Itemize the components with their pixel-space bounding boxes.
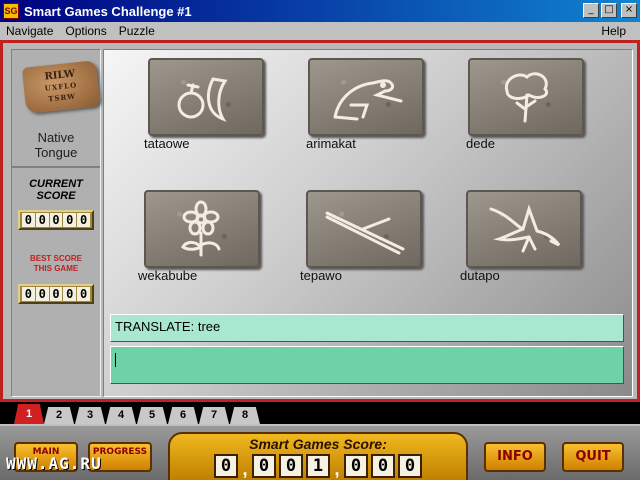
picture-tile[interactable] xyxy=(148,58,264,136)
card-word: dutapo xyxy=(460,268,500,283)
watermark: WWW.AG.RU xyxy=(6,454,102,473)
total-score-digit: 0 xyxy=(371,454,395,478)
thousands-separator: , xyxy=(242,459,248,479)
menu-puzzle[interactable]: Puzzle xyxy=(113,24,161,38)
score-digit: 0 xyxy=(77,287,90,301)
tab-level-6[interactable]: 6 xyxy=(168,407,198,424)
sidebar: RILW UXFLO TSRW Native Tongue CURRENT SC… xyxy=(11,49,101,397)
rock-sign-logo: RILW UXFLO TSRW xyxy=(21,60,101,114)
menu-navigate[interactable]: Navigate xyxy=(0,24,59,38)
card-word: arimakat xyxy=(306,136,356,151)
picture-tile[interactable] xyxy=(144,190,260,268)
puzzle-title-panel: RILW UXFLO TSRW Native Tongue xyxy=(12,50,101,168)
card-word: wekabube xyxy=(138,268,198,283)
score-digit: 0 xyxy=(35,213,49,227)
label-line: CURRENT xyxy=(29,178,83,190)
tab-level-3[interactable]: 3 xyxy=(75,407,105,424)
word-card[interactable]: tepawo xyxy=(300,190,430,306)
close-button[interactable]: × xyxy=(621,3,637,18)
total-score-digit: 0 xyxy=(214,454,238,478)
stick-icon xyxy=(325,211,405,255)
word-card[interactable]: arimakat xyxy=(306,58,432,174)
total-score-digit: 0 xyxy=(344,454,368,478)
text-caret xyxy=(115,353,116,367)
menu-options[interactable]: Options xyxy=(59,24,112,38)
tab-level-5[interactable]: 5 xyxy=(137,407,167,424)
fruit-icon xyxy=(177,77,228,122)
smart-games-icon[interactable]: SG xyxy=(3,3,19,19)
level-tabs: 1 2 3 4 5 6 7 8 xyxy=(0,402,640,424)
quit-button[interactable]: QUIT xyxy=(562,442,624,472)
bottom-bar: MAIN PROGRESS Smart Games Score: 0 , 0 0… xyxy=(0,424,640,480)
label-line: BEST SCORE xyxy=(29,254,82,263)
picture-tile[interactable] xyxy=(308,58,424,136)
score-digit: 0 xyxy=(63,213,77,227)
menu-help[interactable]: Help xyxy=(595,24,632,38)
score-digit: 0 xyxy=(77,213,90,227)
total-score-digit: 0 xyxy=(279,454,303,478)
score-digit: 0 xyxy=(35,287,49,301)
picture-tile[interactable] xyxy=(466,190,582,268)
card-word: dede xyxy=(466,136,495,151)
window-title: Smart Games Challenge #1 xyxy=(24,3,192,19)
word-card[interactable]: tataowe xyxy=(144,58,272,174)
puzzle-name-line: Tongue xyxy=(34,145,78,160)
title-bar[interactable]: SG Smart Games Challenge #1 _ □ × xyxy=(0,0,640,22)
tab-level-8[interactable]: 8 xyxy=(230,407,260,424)
best-score-label: BEST SCORE THIS GAME xyxy=(12,254,100,274)
word-card[interactable]: dede xyxy=(466,58,592,174)
answer-input[interactable] xyxy=(110,346,624,384)
score-digit: 0 xyxy=(22,287,35,301)
tab-level-1[interactable]: 1 xyxy=(14,404,44,424)
best-score-counter: 0 0 0 0 0 xyxy=(18,284,94,304)
smart-games-score-panel: Smart Games Score: 0 , 0 0 1 , 0 0 0 xyxy=(168,432,468,480)
puzzle-name: Native Tongue xyxy=(12,130,100,160)
score-digit: 0 xyxy=(22,213,35,227)
beaver-icon xyxy=(333,79,403,121)
picture-tile[interactable] xyxy=(468,58,584,136)
translate-prompt: TRANSLATE: tree xyxy=(110,314,624,342)
tab-level-7[interactable]: 7 xyxy=(199,407,229,424)
card-word: tepawo xyxy=(300,268,342,283)
current-score-label: CURRENT SCORE xyxy=(12,178,100,202)
total-score-counter: 0 , 0 0 1 , 0 0 0 xyxy=(214,454,422,478)
word-card[interactable]: wekabube xyxy=(138,190,268,306)
card-word: tataowe xyxy=(144,136,190,151)
maximize-button[interactable]: □ xyxy=(601,3,617,18)
thousands-separator: , xyxy=(334,459,340,479)
puzzle-name-line: Native xyxy=(37,130,75,145)
tab-level-4[interactable]: 4 xyxy=(106,407,136,424)
menu-bar: Navigate Options Puzzle Help xyxy=(0,22,640,40)
minimize-button[interactable]: _ xyxy=(583,3,599,18)
total-score-digit: 0 xyxy=(398,454,422,478)
score-digit: 0 xyxy=(49,213,63,227)
info-button[interactable]: INFO xyxy=(484,442,546,472)
label-line: SCORE xyxy=(36,190,76,202)
game-frame: RILW UXFLO TSRW Native Tongue CURRENT SC… xyxy=(0,40,640,402)
total-score-digit: 1 xyxy=(306,454,330,478)
tree-icon xyxy=(504,72,548,123)
score-title: Smart Games Score: xyxy=(249,436,387,452)
word-card[interactable]: dutapo xyxy=(460,190,590,306)
total-score-digit: 0 xyxy=(252,454,276,478)
bird-icon xyxy=(489,204,561,253)
current-score-counter: 0 0 0 0 0 xyxy=(18,210,94,230)
score-digit: 0 xyxy=(63,287,77,301)
picture-tile[interactable] xyxy=(306,190,422,268)
tab-level-2[interactable]: 2 xyxy=(44,407,74,424)
flower-icon xyxy=(181,200,221,257)
game-area: tataowe arimakat dede wekabube tepawo du… xyxy=(103,49,633,397)
label-line: THIS GAME xyxy=(33,264,79,273)
score-digit: 0 xyxy=(49,287,63,301)
